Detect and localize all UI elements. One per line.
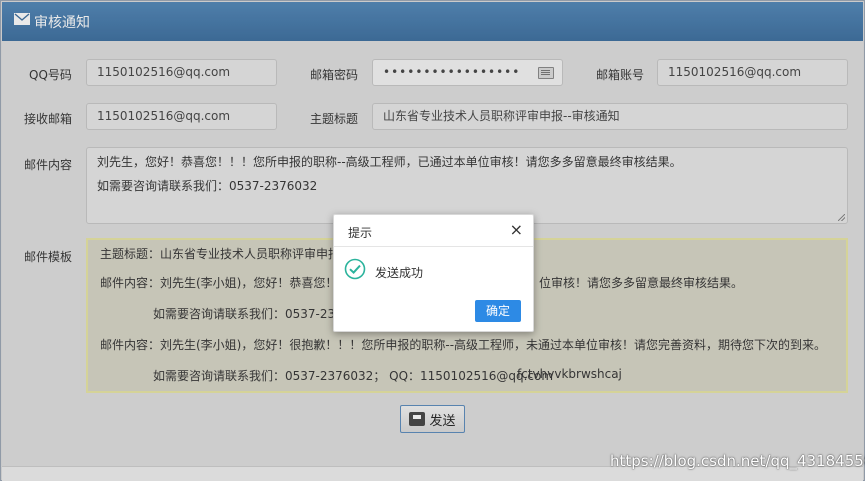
- alert-dialog: 提示 × 发送成功 确定: [333, 214, 534, 332]
- watermark-text: https://blog.csdn.net/qq_43184550: [610, 452, 865, 470]
- confirm-button[interactable]: 确定: [475, 300, 521, 322]
- dialog-title: 提示: [348, 226, 373, 240]
- success-check-icon: [344, 258, 366, 280]
- dialog-header: 提示 ×: [334, 215, 533, 247]
- close-icon[interactable]: ×: [510, 221, 523, 239]
- dialog-message: 发送成功: [375, 266, 424, 280]
